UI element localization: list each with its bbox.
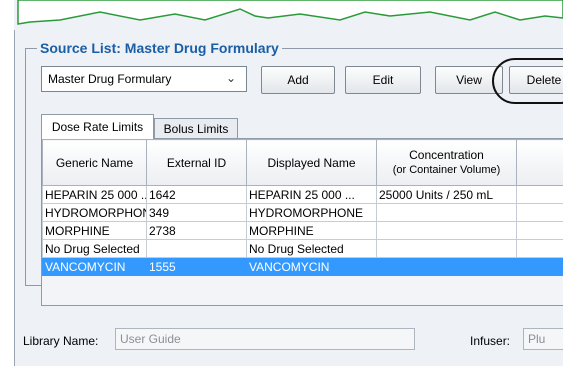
main-panel: Source List: Master Drug Formulary Maste… — [14, 30, 563, 312]
infuser-field[interactable]: Plu — [523, 328, 563, 350]
cell-extra — [516, 257, 563, 276]
column-header-generic-name[interactable]: Generic Name — [42, 139, 147, 186]
column-header-displayed-name[interactable]: Displayed Name — [246, 139, 377, 186]
library-info-bar: Library Name: User Guide Infuser: Plu — [14, 312, 563, 366]
table-header-row: Generic Name External ID Displayed Name … — [42, 139, 563, 186]
add-button[interactable]: Add — [261, 66, 335, 94]
table-row[interactable]: HEPARIN 25 000 ... 1642 HEPARIN 25 000 .… — [42, 185, 563, 204]
library-name-label: Library Name: — [23, 334, 99, 348]
library-name-field[interactable]: User Guide — [115, 328, 415, 350]
cell-concentration — [376, 257, 517, 276]
cell-concentration — [376, 203, 517, 222]
cell-generic-name: HYDROMORPHONE — [42, 203, 147, 222]
table-row[interactable]: No Drug Selected No Drug Selected — [42, 239, 563, 258]
cell-external-id: 1642 — [146, 185, 247, 204]
drug-table: Generic Name External ID Displayed Name … — [41, 138, 563, 306]
cell-external-id: 1555 — [146, 257, 247, 276]
cell-concentration — [376, 221, 517, 240]
cell-generic-name: MORPHINE — [42, 221, 147, 240]
cell-extra — [516, 185, 563, 204]
column-header-concentration[interactable]: Concentration (or Container Volume) — [376, 139, 517, 186]
cell-displayed-name: No Drug Selected — [246, 239, 377, 258]
infuser-label: Infuser: — [470, 334, 511, 348]
cell-extra — [516, 221, 563, 240]
cell-generic-name: HEPARIN 25 000 ... — [42, 185, 147, 204]
cell-extra — [516, 239, 563, 258]
cell-displayed-name: HYDROMORPHONE — [246, 203, 377, 222]
cell-displayed-name: MORPHINE — [246, 221, 377, 240]
column-header-extra[interactable] — [516, 139, 563, 186]
table-row-selected[interactable]: VANCOMYCIN 1555 VANCOMYCIN — [42, 257, 563, 276]
section-title: Source List: Master Drug Formulary — [37, 40, 282, 56]
cell-displayed-name: VANCOMYCIN — [246, 257, 377, 276]
cell-external-id — [146, 239, 247, 258]
cell-displayed-name: HEPARIN 25 000 ... — [246, 185, 377, 204]
cell-concentration — [376, 239, 517, 258]
tab-bolus-limits[interactable]: Bolus Limits — [154, 118, 238, 138]
cell-extra — [516, 203, 563, 222]
cell-concentration: 25000 Units / 250 mL — [376, 185, 517, 204]
cell-external-id: 349 — [146, 203, 247, 222]
chevron-down-icon: ⌄ — [225, 71, 236, 85]
table-row[interactable]: MORPHINE 2738 MORPHINE — [42, 221, 563, 240]
table-row[interactable]: HYDROMORPHONE 349 HYDROMORPHONE — [42, 203, 563, 222]
source-list-dropdown[interactable]: Master Drug Formulary ⌄ — [41, 66, 247, 92]
tab-dose-rate-limits[interactable]: Dose Rate Limits — [41, 114, 154, 139]
cell-external-id: 2738 — [146, 221, 247, 240]
cell-generic-name: No Drug Selected — [42, 239, 147, 258]
column-header-external-id[interactable]: External ID — [146, 139, 247, 186]
cell-generic-name: VANCOMYCIN — [42, 257, 147, 276]
dropdown-value: Master Drug Formulary — [48, 72, 172, 86]
edit-button[interactable]: Edit — [345, 66, 421, 94]
highlight-circle — [492, 58, 563, 104]
